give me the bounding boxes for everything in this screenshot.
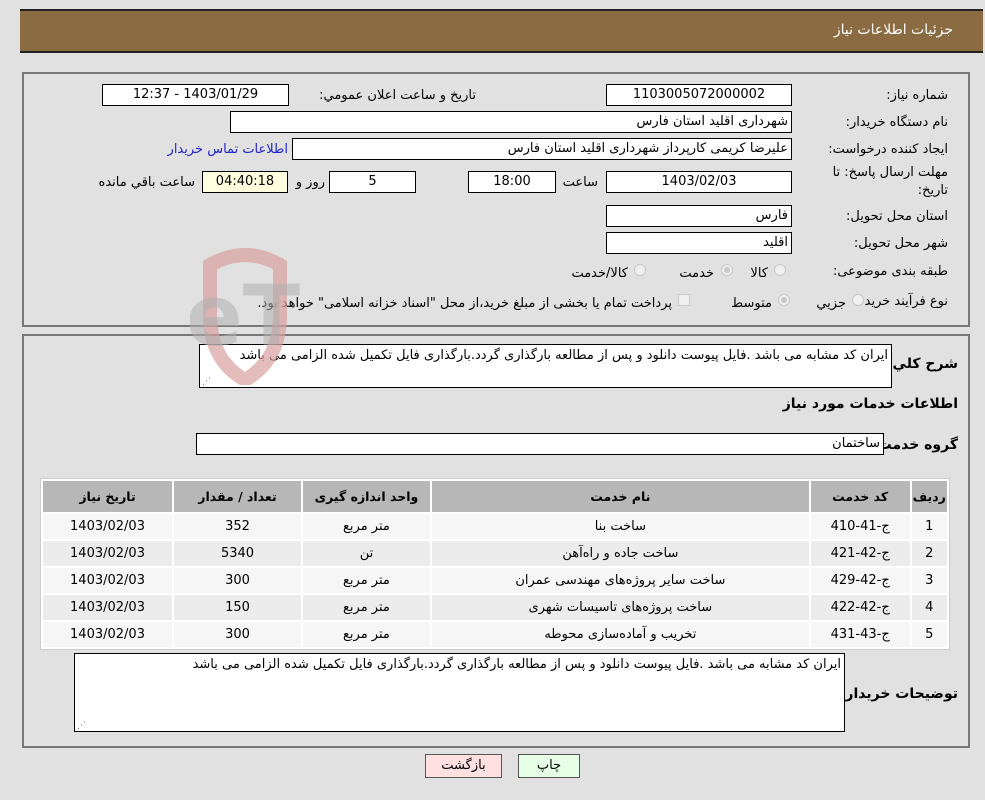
purchase-type-radio-minor[interactable] <box>852 294 864 306</box>
purchase-type-option-minor: جزيي <box>816 296 846 311</box>
buyer-org-field: شهرداری اقلید استان فارس <box>230 111 792 133</box>
print-button[interactable]: چاپ <box>518 754 580 778</box>
description-textarea[interactable]: ایران کد مشابه می باشد .فایل پیوست دانلو… <box>199 344 892 388</box>
requester-label: ایجاد کننده درخواست: <box>828 142 948 157</box>
cell-service-name: تخریب و آماده‌سازی محوطه <box>431 622 809 647</box>
table-row: 4 ج-42-422 ساخت پروژه‌های تاسیسات شهری م… <box>43 595 947 620</box>
category-radio-service[interactable] <box>721 264 733 276</box>
cell-need-date: 1403/02/03 <box>43 568 173 593</box>
remaining-days-label: روز و <box>295 175 325 190</box>
back-button[interactable]: بازگشت <box>425 754 502 778</box>
description-text: ایران کد مشابه می باشد .فایل پیوست دانلو… <box>239 348 888 363</box>
category-option-goods: کالا <box>750 266 768 281</box>
col-header-service-code: کد خدمت <box>810 481 910 512</box>
cell-row-number: 3 <box>911 568 947 593</box>
announce-datetime-field: 1403/01/29 - 12:37 <box>102 84 289 106</box>
col-header-row-number: ردیف <box>911 481 947 512</box>
col-header-service-name: نام خدمت <box>431 481 809 512</box>
deadline-date-field: 1403/02/03 <box>606 171 792 193</box>
purchase-type-option-medium: متوسط <box>731 296 772 311</box>
deadline-label-line1: مهلت ارسال پاسخ: تا <box>832 165 948 180</box>
city-label: شهر محل تحویل: <box>853 236 948 251</box>
purchase-type-radio-medium[interactable] <box>778 294 790 306</box>
cell-quantity: 300 <box>174 568 301 593</box>
province-field: فارس <box>606 205 792 227</box>
remaining-time-field: 04:40:18 <box>202 171 288 193</box>
services-table: ردیف کد خدمت نام خدمت واحد اندازه گیری ت… <box>40 478 950 650</box>
services-heading: اطلاعات خدمات مورد نياز <box>782 396 958 412</box>
cell-service-code: ج-42-421 <box>810 541 910 566</box>
cell-unit: تن <box>302 541 430 566</box>
service-group-label: گروه خدمت: <box>872 437 958 453</box>
cell-need-date: 1403/02/03 <box>43 622 173 647</box>
deadline-label-line2: تاریخ: <box>917 183 948 198</box>
treasury-note: پرداخت تمام یا بخشی از مبلغ خرید،از محل … <box>257 296 672 311</box>
resize-grip-icon[interactable]: ⋰ <box>202 378 211 387</box>
table-row: 1 ج-41-410 ساخت بنا متر مربع 352 1403/02… <box>43 514 947 539</box>
cell-quantity: 300 <box>174 622 301 647</box>
cell-service-name: ساخت سایر پروژه‌های مهندسی عمران <box>431 568 809 593</box>
buyer-notes-text: ایران کد مشابه می باشد .فایل پیوست دانلو… <box>192 657 841 672</box>
cell-unit: متر مربع <box>302 568 430 593</box>
cell-unit: متر مربع <box>302 595 430 620</box>
cell-quantity: 5340 <box>174 541 301 566</box>
cell-service-code: ج-42-429 <box>810 568 910 593</box>
cell-need-date: 1403/02/03 <box>43 514 173 539</box>
resize-grip-icon[interactable]: ⋰ <box>77 722 86 731</box>
cell-quantity: 150 <box>174 595 301 620</box>
page-title: جزئیات اطلاعات نیاز <box>833 22 953 38</box>
cell-row-number: 2 <box>911 541 947 566</box>
remaining-time-label: ساعت باقي مانده <box>98 175 195 190</box>
table-row: 2 ج-42-421 ساخت جاده و راه‌آهن تن 5340 1… <box>43 541 947 566</box>
need-info-panel: شماره نیاز: 1103005072000002 تاریخ و ساع… <box>22 72 970 327</box>
cell-service-code: ج-43-431 <box>810 622 910 647</box>
need-number-field: 1103005072000002 <box>606 84 792 106</box>
col-header-unit: واحد اندازه گیری <box>302 481 430 512</box>
cell-service-name: ساخت پروژه‌های تاسیسات شهری <box>431 595 809 620</box>
category-radio-goods-service[interactable] <box>634 264 646 276</box>
cell-need-date: 1403/02/03 <box>43 541 173 566</box>
cell-service-name: ساخت بنا <box>431 514 809 539</box>
requester-field: علیرضا کریمی کارپرداز شهرداری اقلید استا… <box>292 138 792 160</box>
buyer-notes-textarea[interactable]: ایران کد مشابه می باشد .فایل پیوست دانلو… <box>74 653 845 732</box>
announce-datetime-label: تاریخ و ساعت اعلان عمومي: <box>319 88 476 103</box>
table-row: 5 ج-43-431 تخریب و آماده‌سازی محوطه متر … <box>43 622 947 647</box>
province-label: استان محل تحویل: <box>846 209 948 224</box>
cell-service-code: ج-42-422 <box>810 595 910 620</box>
need-number-label: شماره نیاز: <box>886 88 948 103</box>
cell-row-number: 5 <box>911 622 947 647</box>
table-header-row: ردیف کد خدمت نام خدمت واحد اندازه گیری ت… <box>43 481 947 512</box>
deadline-time-label: ساعت <box>562 175 598 190</box>
cell-row-number: 1 <box>911 514 947 539</box>
buyer-org-label: نام دستگاه خریدار: <box>845 115 948 130</box>
cell-service-code: ج-41-410 <box>810 514 910 539</box>
buyer-notes-label: توضیحات خریدار: <box>839 686 958 702</box>
remaining-days-field: 5 <box>329 171 416 193</box>
category-radio-goods[interactable] <box>774 264 786 276</box>
cell-need-date: 1403/02/03 <box>43 595 173 620</box>
cell-quantity: 352 <box>174 514 301 539</box>
category-option-goods-service: کالا/خدمت <box>571 266 628 281</box>
service-group-field: ساختمان <box>196 433 884 455</box>
category-label: طبقه بندی موضوعی: <box>832 264 948 279</box>
page-header: جزئیات اطلاعات نیاز <box>20 9 983 53</box>
city-field: اقلید <box>606 232 792 254</box>
need-details-panel: شرح كلي نياز: ایران کد مشابه می باشد .فا… <box>22 334 970 748</box>
purchase-type-label: نوع فرآیند خرید : <box>856 294 948 309</box>
treasury-checkbox[interactable] <box>678 294 690 306</box>
cell-service-name: ساخت جاده و راه‌آهن <box>431 541 809 566</box>
cell-unit: متر مربع <box>302 622 430 647</box>
col-header-quantity: تعداد / مقدار <box>174 481 301 512</box>
cell-unit: متر مربع <box>302 514 430 539</box>
category-option-service: خدمت <box>679 266 714 281</box>
deadline-time-field: 18:00 <box>468 171 556 193</box>
buyer-contact-link[interactable]: اطلاعات تماس خریدار <box>168 142 288 157</box>
cell-row-number: 4 <box>911 595 947 620</box>
table-row: 3 ج-42-429 ساخت سایر پروژه‌های مهندسی عم… <box>43 568 947 593</box>
col-header-need-date: تاریخ نیاز <box>43 481 173 512</box>
